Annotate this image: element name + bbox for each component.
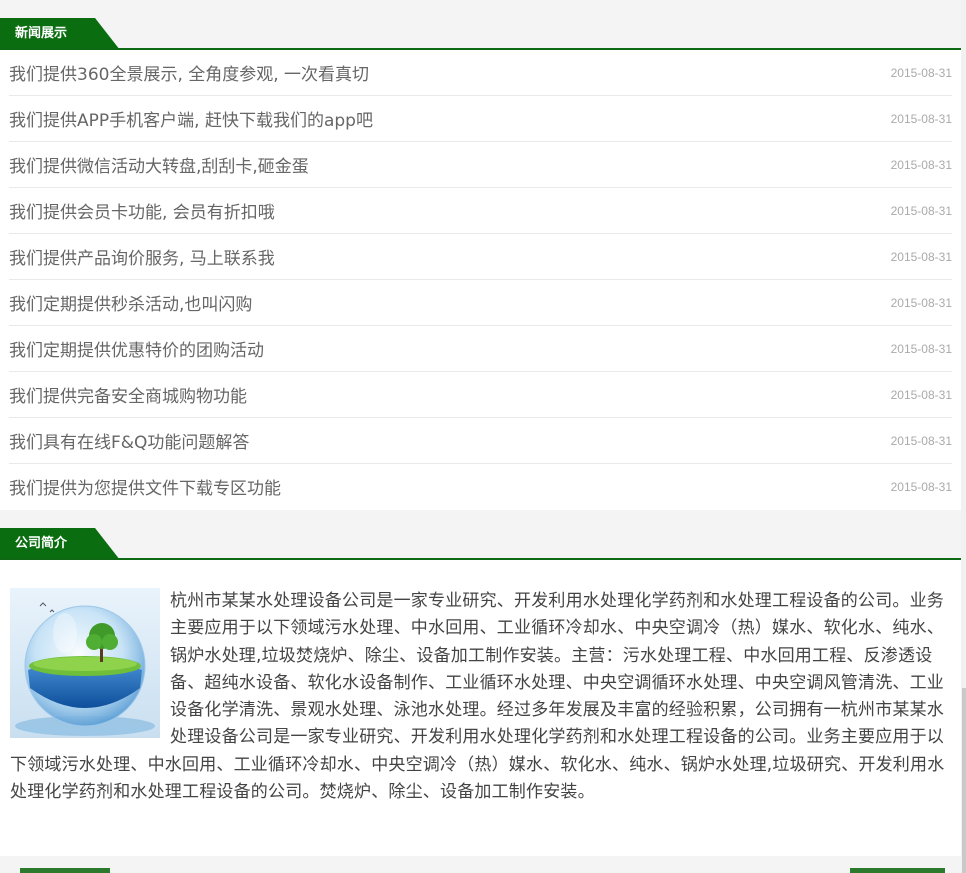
intro-body: 杭州市某某水处理设备公司是一家专业研究、开发利用水处理化学药剂和水处理工程设备的… xyxy=(0,560,961,806)
news-panel: 我们提供360全景展示, 全角度参观, 一次看真切 2015-08-31 我们提供A… xyxy=(0,50,961,510)
news-item[interactable]: 我们定期提供秒杀活动,也叫闪购 2015-08-31 xyxy=(9,280,952,326)
news-item-title[interactable]: 我们提供APP手机客户端, 赶快下载我们的app吧 xyxy=(9,106,373,131)
scrollbar-thumb[interactable] xyxy=(962,688,966,873)
news-item[interactable]: 我们定期提供优惠特价的团购活动 2015-08-31 xyxy=(9,326,952,372)
news-item-date: 2015-08-31 xyxy=(890,341,952,356)
news-item-title[interactable]: 我们提供微信活动大转盘,刮刮卡,砸金蛋 xyxy=(9,152,309,177)
news-list: 我们提供360全景展示, 全角度参观, 一次看真切 2015-08-31 我们提供A… xyxy=(0,50,961,509)
news-item-date: 2015-08-31 xyxy=(890,203,952,218)
news-section-tab: 新闻展示 xyxy=(0,18,120,50)
news-item-title[interactable]: 我们提供360全景展示, 全角度参观, 一次看真切 xyxy=(9,60,369,85)
news-item[interactable]: 我们提供360全景展示, 全角度参观, 一次看真切 2015-08-31 xyxy=(9,50,952,96)
news-item-title[interactable]: 我们定期提供优惠特价的团购活动 xyxy=(9,336,264,361)
news-item-date: 2015-08-31 xyxy=(890,387,952,402)
intro-section-title: 公司简介 xyxy=(15,536,68,551)
news-item-date: 2015-08-31 xyxy=(890,479,952,494)
news-item[interactable]: 我们具有在线F&Q功能问题解答 2015-08-31 xyxy=(9,418,952,464)
news-item-date: 2015-08-31 xyxy=(890,433,952,448)
news-item[interactable]: 我们提供会员卡功能, 会员有折扣哦 2015-08-31 xyxy=(9,188,952,234)
news-item-date: 2015-08-31 xyxy=(890,157,952,172)
footer-strip xyxy=(0,856,961,873)
footer-accent-right xyxy=(850,868,945,873)
news-item[interactable]: 我们提供APP手机客户端, 赶快下载我们的app吧 2015-08-31 xyxy=(9,96,952,142)
news-item[interactable]: 我们提供产品询价服务, 马上联系我 2015-08-31 xyxy=(9,234,952,280)
scrollbar-track[interactable] xyxy=(961,0,966,873)
intro-section-tab: 公司简介 xyxy=(0,528,120,560)
news-item[interactable]: 我们提供微信活动大转盘,刮刮卡,砸金蛋 2015-08-31 xyxy=(9,142,952,188)
news-item-title[interactable]: 我们提供会员卡功能, 会员有折扣哦 xyxy=(9,198,275,223)
news-item-title[interactable]: 我们提供为您提供文件下载专区功能 xyxy=(9,474,281,499)
footer-accent-left xyxy=(20,868,110,873)
news-item-title[interactable]: 我们提供产品询价服务, 马上联系我 xyxy=(9,244,275,269)
news-item-title[interactable]: 我们具有在线F&Q功能问题解答 xyxy=(9,428,249,453)
water-globe-image xyxy=(10,588,160,738)
news-item-date: 2015-08-31 xyxy=(890,249,952,264)
news-item[interactable]: 我们提供为您提供文件下载专区功能 2015-08-31 xyxy=(9,464,952,509)
news-item-date: 2015-08-31 xyxy=(890,295,952,310)
news-item-title[interactable]: 我们提供完备安全商城购物功能 xyxy=(9,382,247,407)
news-item-date: 2015-08-31 xyxy=(890,65,952,80)
news-item-date: 2015-08-31 xyxy=(890,111,952,126)
news-section-header: 新闻展示 xyxy=(0,18,961,50)
news-item-title[interactable]: 我们定期提供秒杀活动,也叫闪购 xyxy=(9,290,252,315)
intro-panel: 杭州市某某水处理设备公司是一家专业研究、开发利用水处理化学药剂和水处理工程设备的… xyxy=(0,560,961,856)
news-section-title: 新闻展示 xyxy=(15,26,68,41)
page: 新闻展示 我们提供360全景展示, 全角度参观, 一次看真切 2015-08-31… xyxy=(0,0,966,873)
news-item[interactable]: 我们提供完备安全商城购物功能 2015-08-31 xyxy=(9,372,952,418)
intro-section-header: 公司简介 xyxy=(0,528,961,560)
